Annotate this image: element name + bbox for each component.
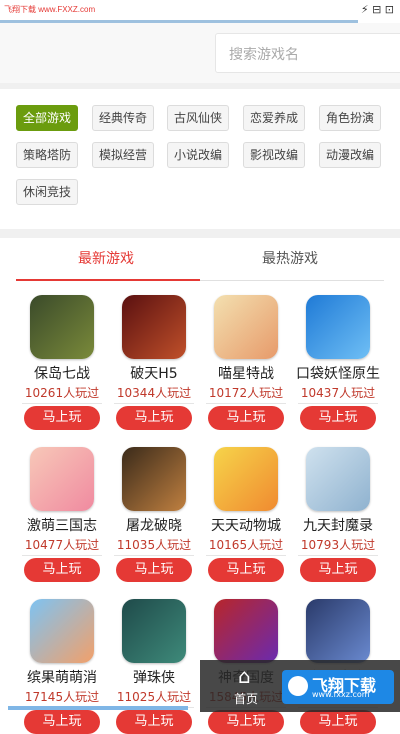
status-icons: ⚡ ⊟ ⊡ xyxy=(360,3,394,16)
home-label[interactable]: 首页 xyxy=(234,690,258,707)
category-chip[interactable]: 小说改编 xyxy=(167,142,230,168)
play-button[interactable]: 马上玩 xyxy=(208,406,284,430)
game-icon[interactable] xyxy=(122,447,186,511)
header: 搜索游戏名 xyxy=(0,23,400,83)
game-play-count: 11025人玩过 xyxy=(116,690,192,704)
search-input[interactable]: 搜索游戏名 xyxy=(215,33,400,73)
divider xyxy=(298,403,378,404)
category-chip-all[interactable]: 全部游戏 xyxy=(16,105,79,131)
game-name: 九天封魔录 xyxy=(303,518,373,534)
tab-active-indicator xyxy=(16,279,200,281)
game-icon[interactable] xyxy=(306,447,370,511)
game-name: 弹珠侠 xyxy=(133,670,175,686)
game-play-count: 10165人玩过 xyxy=(208,538,284,552)
game-play-count: 10344人玩过 xyxy=(116,386,192,400)
category-chip[interactable]: 古风仙侠 xyxy=(167,105,230,131)
game-card[interactable]: 弹珠侠 11025人玩过马上玩 xyxy=(108,599,200,734)
play-button[interactable]: 马上玩 xyxy=(116,710,192,734)
divider xyxy=(114,403,194,404)
game-card[interactable]: 九天封魔录 10793人玩过马上玩 xyxy=(292,447,384,582)
category-chip[interactable]: 经典传奇 xyxy=(92,105,155,131)
game-card[interactable]: 天天动物城 10165人玩过马上玩 xyxy=(200,447,292,582)
category-chip[interactable]: 影视改编 xyxy=(243,142,306,168)
game-card[interactable]: 破天H5 10344人玩过马上玩 xyxy=(108,295,200,430)
play-button[interactable]: 马上玩 xyxy=(300,406,376,430)
game-icon[interactable] xyxy=(214,599,278,663)
game-icon[interactable] xyxy=(30,295,94,359)
game-icon[interactable] xyxy=(122,295,186,359)
game-icon[interactable] xyxy=(214,295,278,359)
divider xyxy=(206,403,286,404)
game-card[interactable]: 保岛七战 10261人玩过马上玩 xyxy=(16,295,108,430)
bottom-nav: ⌂ 首页 飞翔下载 www.fxxz.com xyxy=(200,660,400,712)
game-card[interactable]: 缤果萌萌消 17145人玩过马上玩 xyxy=(16,599,108,734)
game-play-count: 11035人玩过 xyxy=(116,538,192,552)
scroll-indicator xyxy=(8,706,188,710)
game-icon[interactable] xyxy=(30,447,94,511)
watermark-text: 飞翔下载 www.FXXZ.com xyxy=(4,5,96,14)
play-button[interactable]: 马上玩 xyxy=(116,406,192,430)
game-card[interactable]: 激萌三国志 10477人玩过马上玩 xyxy=(16,447,108,582)
category-chip[interactable]: 角色扮演 xyxy=(319,105,382,131)
category-filter: 全部游戏 经典传奇 古风仙侠 恋爱养成 角色扮演 策略塔防 模拟经营 小说改编 … xyxy=(0,89,400,229)
play-button[interactable]: 马上玩 xyxy=(300,710,376,734)
home-icon[interactable]: ⌂ xyxy=(238,664,251,688)
play-button[interactable]: 马上玩 xyxy=(208,710,284,734)
game-tabs: 最新游戏 最热游戏 xyxy=(0,238,400,282)
game-name: 屠龙破晓 xyxy=(126,518,182,534)
game-play-count: 10437人玩过 xyxy=(300,386,376,400)
play-button[interactable]: 马上玩 xyxy=(300,558,376,582)
game-card[interactable]: 屠龙破晓 11035人玩过马上玩 xyxy=(108,447,200,582)
divider xyxy=(22,403,102,404)
status-bar: 飞翔下载 www.FXXZ.com ⚡ ⊟ ⊡ xyxy=(0,0,400,20)
game-play-count: 10477人玩过 xyxy=(24,538,100,552)
game-icon[interactable] xyxy=(122,599,186,663)
play-button[interactable]: 马上玩 xyxy=(116,558,192,582)
tab-hottest[interactable]: 最热游戏 xyxy=(262,248,318,268)
category-chip[interactable]: 策略塔防 xyxy=(16,142,79,168)
game-icon[interactable] xyxy=(214,447,278,511)
divider xyxy=(298,555,378,556)
game-icon[interactable] xyxy=(306,295,370,359)
play-button[interactable]: 马上玩 xyxy=(24,558,100,582)
category-chip[interactable]: 模拟经营 xyxy=(92,142,155,168)
logo-mark-icon xyxy=(288,676,308,696)
game-icon[interactable] xyxy=(306,599,370,663)
game-name: 天天动物城 xyxy=(211,518,281,534)
divider xyxy=(0,229,400,238)
category-chip[interactable]: 休闲竞技 xyxy=(16,179,79,205)
play-button[interactable]: 马上玩 xyxy=(208,558,284,582)
game-name: 喵星特战 xyxy=(218,366,274,382)
category-chip[interactable]: 恋爱养成 xyxy=(243,105,306,131)
game-play-count: 10793人玩过 xyxy=(300,538,376,552)
category-chip[interactable]: 动漫改编 xyxy=(319,142,382,168)
game-icon[interactable] xyxy=(30,599,94,663)
game-name: 保岛七战 xyxy=(34,366,90,382)
game-play-count: 10172人玩过 xyxy=(208,386,284,400)
game-play-count: 10261人玩过 xyxy=(24,386,100,400)
play-button[interactable]: 马上玩 xyxy=(24,406,100,430)
game-play-count: 17145人玩过 xyxy=(24,690,100,704)
game-card[interactable]: 喵星特战 10172人玩过马上玩 xyxy=(200,295,292,430)
divider xyxy=(114,555,194,556)
search-placeholder: 搜索游戏名 xyxy=(229,47,299,63)
site-logo: 飞翔下载 www.fxxz.com xyxy=(282,670,394,704)
game-name: 破天H5 xyxy=(130,366,178,382)
game-name: 缤果萌萌消 xyxy=(27,670,97,686)
play-button[interactable]: 马上玩 xyxy=(24,710,100,734)
divider xyxy=(206,555,286,556)
game-name: 口袋妖怪原生 xyxy=(296,366,380,382)
logo-subtext: www.fxxz.com xyxy=(312,690,370,699)
tab-newest[interactable]: 最新游戏 xyxy=(78,248,134,268)
divider xyxy=(22,555,102,556)
game-card[interactable]: 口袋妖怪原生 10437人玩过马上玩 xyxy=(292,295,384,430)
game-name: 激萌三国志 xyxy=(27,518,97,534)
